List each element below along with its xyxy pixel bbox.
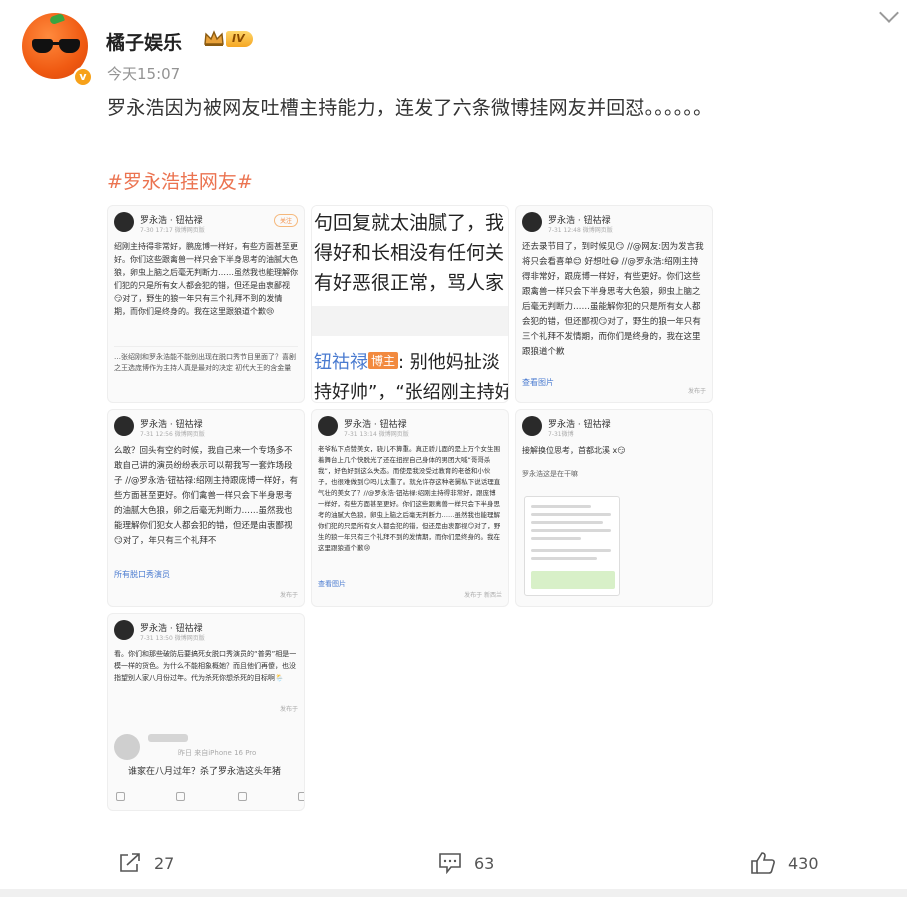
more-icon: [298, 792, 304, 801]
post-time[interactable]: 今天15:07: [107, 63, 180, 84]
level-badge[interactable]: IV: [226, 31, 253, 47]
image-thumbnail[interactable]: 罗永浩 · 钮祜禄 7-31 12:56 微博网页版 么敢？回头有空约时候，我自…: [107, 409, 305, 607]
avatar: [114, 212, 134, 232]
divider: [0, 889, 907, 897]
comment-icon: [439, 853, 461, 874]
comment-button[interactable]: 63: [438, 840, 494, 886]
comment-icon: [176, 792, 185, 801]
username[interactable]: 橘子娱乐: [106, 28, 182, 55]
share-count: 27: [154, 853, 175, 873]
share-icon: [238, 792, 247, 801]
share-icon: [120, 853, 140, 872]
image-thumbnail[interactable]: 罗永浩 · 钮祜禄 7-30 17:17 微博网页版 关注 绍刚主持得非常好，鹏…: [107, 205, 305, 403]
comment-count: 63: [474, 853, 495, 873]
like-count: 430: [788, 853, 819, 873]
screenshot-text: 接解换位思考，首都北溪 x😏: [522, 446, 626, 455]
screenshot-text: 绍刚主持得非常好，鹏庞博一样好，有些方面甚至更好。你们这些跟禽兽一样只会下半身思…: [114, 242, 298, 316]
crown-icon: [204, 30, 224, 46]
comment-text: 谁家在八月过年？杀了罗永浩这头年猪: [128, 767, 282, 777]
like-icon: [116, 792, 125, 801]
share-button[interactable]: 27: [118, 840, 174, 886]
screenshot-text: 还去录节目了，到时候见😏 //@网友:因为发言我将只会看喜单😊 好想吐😷 //@…: [522, 242, 704, 357]
image-thumbnail[interactable]: 句回复就太油腻了，我 得好和长相没有任何关 有好恶很正常，骂人家 钮祜禄 博主: …: [311, 205, 509, 403]
screenshot-text: 老爷私下点赞美女，骁儿不算重。真正骄儿面的是上万个女生围着舞台上几个快脱光了还在…: [318, 445, 501, 552]
screenshot-text: 么敢？回头有空约时候，我自己来一个专场多不敢自己讲的演员纷纷表示可以帮我写一套炸…: [114, 446, 298, 546]
avatar: [318, 416, 338, 436]
post-text: 罗永浩因为被网友吐槽主持能力，连发了六条微博挂网友并回怼。。。。。。: [107, 97, 713, 119]
image-thumbnail[interactable]: 罗永浩 · 钮祜禄 7-31 12:48 微博网页版 还去录节目了，到时候见😏 …: [515, 205, 713, 403]
follow-button: 关注: [273, 214, 298, 227]
avatar: [114, 620, 134, 640]
screenshot-text: 看。你们和那些破防后要搞死女脱口秀演员的“普男”相是一模一样的货色。为什么不能相…: [114, 650, 297, 682]
chevron-down-icon[interactable]: [879, 3, 899, 23]
like-button[interactable]: 430: [750, 840, 819, 886]
verified-badge-icon: v: [73, 67, 93, 87]
weibo-post: v 橘子娱乐 IV 今天15:07 罗永浩因为被网友吐槽主持能力，连发了六条微博…: [0, 0, 907, 897]
like-icon: [751, 852, 775, 874]
hashtag-link[interactable]: #罗永浩挂网友#: [107, 167, 253, 194]
avatar: [114, 416, 134, 436]
orange-leaf: [49, 13, 65, 26]
screenshot-text: …张绍刚和罗永浩能不能别出现在脱口秀节目里面了？喜剧之王选庞博作为主持人真是最对…: [114, 353, 296, 372]
avatar: [522, 212, 542, 232]
image-thumbnail[interactable]: 罗永浩 · 钮祜禄 7-31微博 接解换位思考，首都北溪 x😏 罗永浩这是在干嘛: [515, 409, 713, 607]
image-thumbnail[interactable]: 罗永浩 · 钮祜禄 7-31 13:14 微博网页版 老爷私下点赞美女，骁儿不算…: [311, 409, 509, 607]
image-thumbnail[interactable]: 罗永浩 · 钮祜禄 7-31 13:50 微博网页版 看。你们和那些破防后要搞死…: [107, 613, 305, 811]
embedded-screenshot: [524, 496, 620, 596]
avatar: [114, 734, 140, 760]
avatar: [522, 416, 542, 436]
action-bar: 27 63 430: [0, 840, 907, 886]
